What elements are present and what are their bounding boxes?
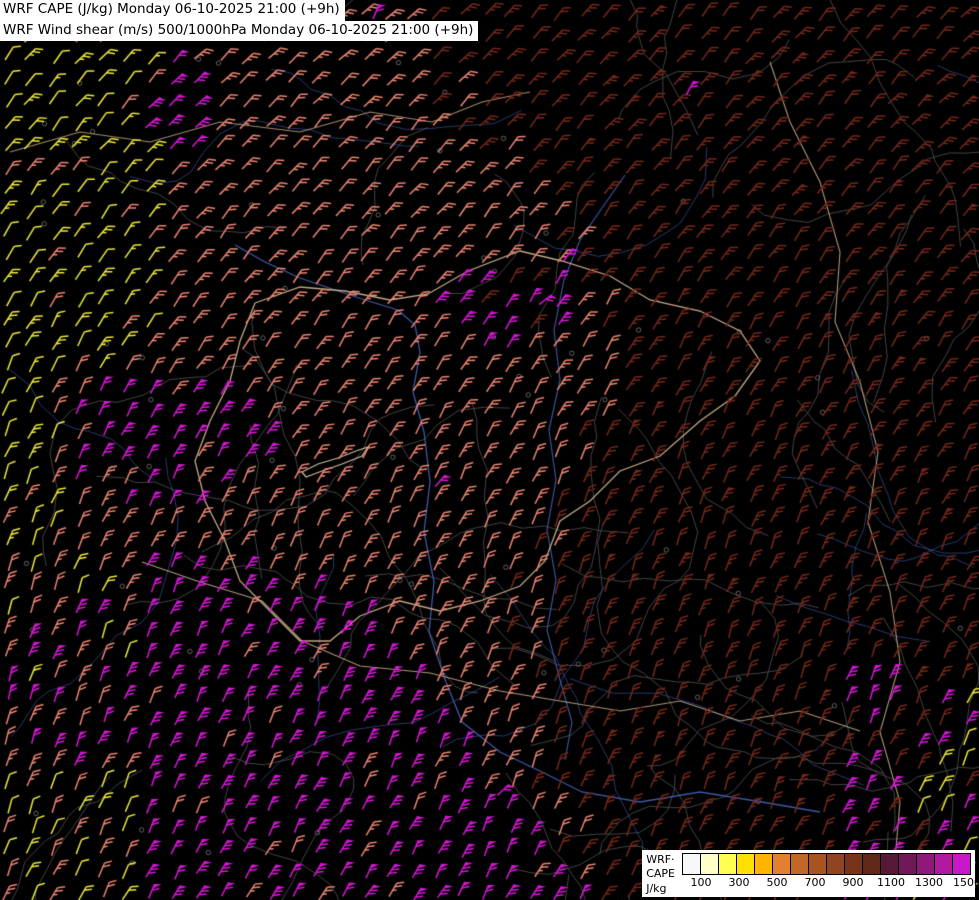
- legend-tick-labels: 100 300 500 700 900 1100 1300 1500: [682, 875, 979, 890]
- legend-color-cell: [952, 853, 971, 876]
- legend-tick: 900: [842, 876, 864, 890]
- map-title-windshear: WRF Wind shear (m/s) 500/1000hPa Monday …: [0, 20, 479, 42]
- legend-title: WRF· CAPE J/kg: [645, 852, 682, 896]
- legend-color-cell: [844, 853, 863, 876]
- weather-map-stage: WRF CAPE (J/kg) Monday 06-10-2025 21:00 …: [0, 0, 979, 900]
- map-title-cape: WRF CAPE (J/kg) Monday 06-10-2025 21:00 …: [0, 0, 345, 21]
- legend-color-cell: [862, 853, 881, 876]
- legend-color-cell: [736, 853, 755, 876]
- legend-color-cell: [700, 853, 719, 876]
- legend-color-cell: [826, 853, 845, 876]
- legend-tick: 700: [804, 876, 826, 890]
- legend-title-line3: J/kg: [646, 881, 667, 895]
- map-title-block: WRF CAPE (J/kg) Monday 06-10-2025 21:00 …: [0, 0, 479, 42]
- legend-color-cell: [790, 853, 809, 876]
- legend-tick: 1100: [877, 876, 905, 890]
- legend-color-cell: [916, 853, 935, 876]
- legend-color-cell: [934, 853, 953, 876]
- legend-title-line2: CAPE: [646, 867, 675, 881]
- legend-color-cell: [682, 853, 701, 876]
- weather-map-canvas: [0, 0, 979, 900]
- legend-color-cell: [718, 853, 737, 876]
- legend-tick: 100: [690, 876, 712, 890]
- legend-color-cell: [898, 853, 917, 876]
- legend-tick: 300: [728, 876, 750, 890]
- legend-tick: 500: [766, 876, 788, 890]
- legend-tick: 1300: [915, 876, 943, 890]
- cape-legend: WRF· CAPE J/kg 100 300 500 700 900 1100 1300 15…: [642, 850, 979, 897]
- legend-color-scale: [682, 853, 971, 876]
- legend-color-cell: [808, 853, 827, 876]
- legend-title-line1: WRF·: [646, 853, 675, 867]
- legend-color-cell: [772, 853, 791, 876]
- legend-tick: 1500: [953, 876, 979, 890]
- legend-color-cell: [880, 853, 899, 876]
- legend-color-cell: [754, 853, 773, 876]
- legend-scale: 100 300 500 700 900 1100 1300 1500: [682, 852, 979, 896]
